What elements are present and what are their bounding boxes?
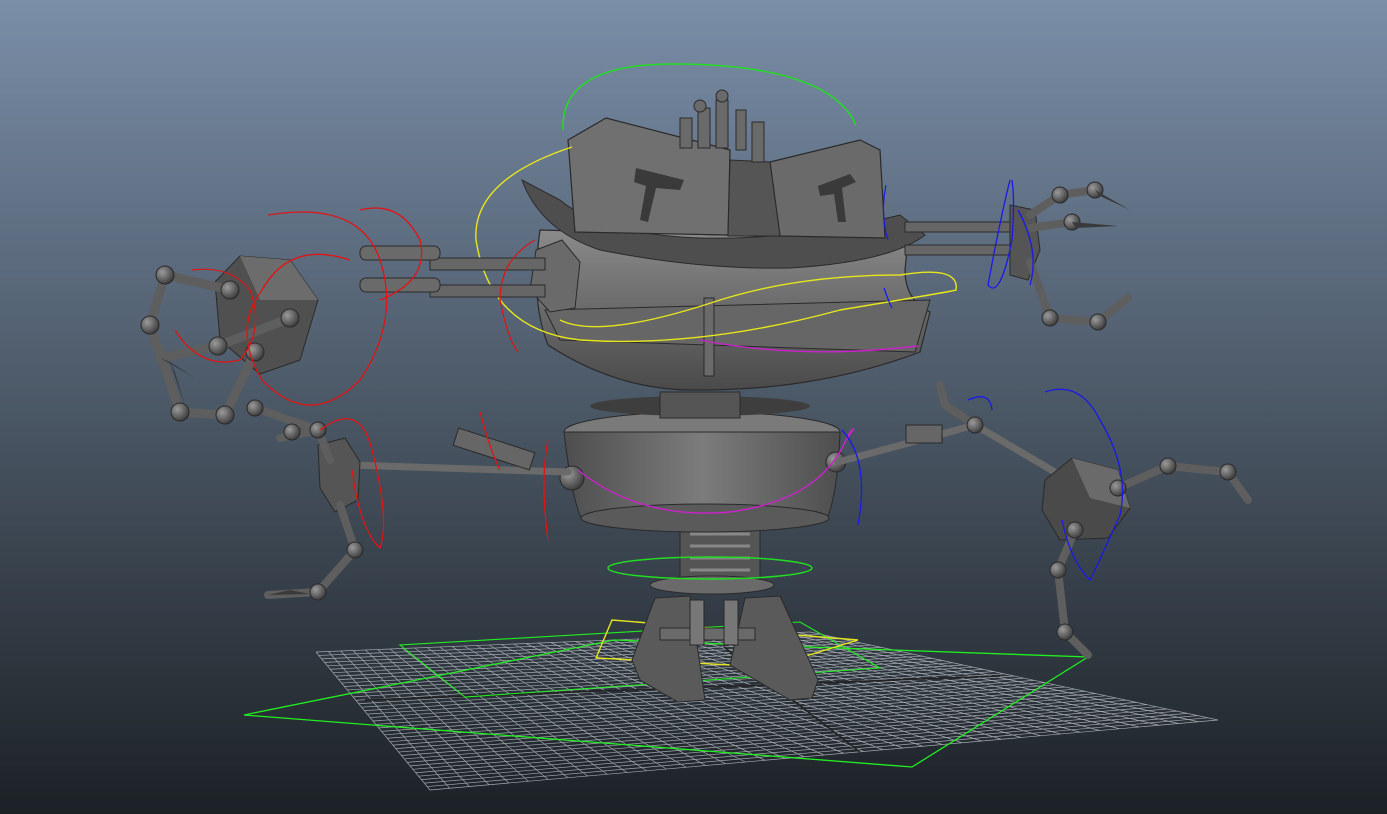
- robot-lower-right-arm: [834, 381, 1252, 659]
- scene-objects: [140, 63, 1252, 791]
- robot-upper-right-arm: [904, 181, 1132, 331]
- robot-lower-left-arm: [246, 399, 572, 601]
- robot-lower-body: [559, 391, 847, 533]
- maya-viewport[interactable]: [0, 0, 1387, 814]
